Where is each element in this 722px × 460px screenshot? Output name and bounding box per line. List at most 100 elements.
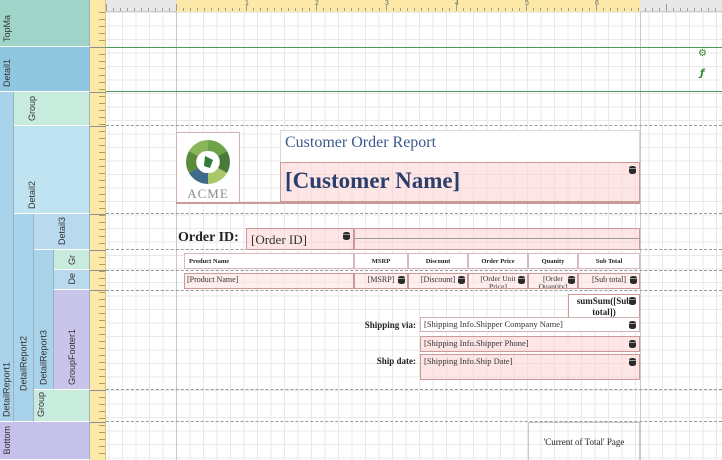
band-detailreport2[interactable]: DetailReport2 [14, 214, 34, 422]
table-cell[interactable]: [Order Quantity] [528, 273, 578, 289]
band-detailreport1[interactable]: DetailReport1 [0, 92, 14, 422]
database-icon [518, 276, 525, 284]
shipper-company-field[interactable]: [Shipping Info.Shipper Company Name] [420, 317, 640, 332]
ruler-tick [407, 8, 408, 11]
detail1-boundary [106, 91, 722, 92]
ruler-tick [176, 4, 177, 11]
band-detail2[interactable]: Detail2 [14, 126, 90, 214]
acme-logo[interactable]: ACME [176, 132, 240, 204]
band-group[interactable]: Group [14, 92, 90, 126]
sum-field[interactable]: sumSum([Sub total]) [568, 294, 640, 318]
ruler-tick [372, 8, 373, 11]
ship-date-field[interactable]: [Shipping Info.Ship Date] [420, 354, 640, 380]
table-cell[interactable]: [Order Unit Price] [468, 273, 528, 289]
page-info-field[interactable]: 'Current of Total' Page [528, 422, 640, 460]
ruler-tick [99, 166, 105, 167]
ruler-tick [99, 285, 105, 286]
table-cell[interactable]: [MSRP] [354, 273, 408, 289]
ruler-tick [533, 8, 534, 11]
ruler-tick [281, 8, 282, 11]
ruler-tick [638, 8, 639, 11]
ruler-tick [99, 201, 105, 202]
shipper-phone-field[interactable]: [Shipping Info.Shipper Phone] [420, 336, 640, 352]
table-cell[interactable]: [Sub total] [578, 273, 640, 289]
ruler-tick [99, 159, 105, 160]
ruler-tick [99, 208, 105, 209]
ruler-tick [99, 348, 105, 349]
band-group-inner[interactable]: Group [34, 390, 90, 422]
band-groupfooter1[interactable]: GroupFooter1 [54, 290, 90, 390]
order-id-field[interactable]: [Order ID] [246, 228, 354, 250]
ruler-tick [547, 8, 548, 11]
order-id-label: Order ID: [178, 230, 239, 245]
ruler-tick [99, 425, 105, 426]
logo-mark [186, 140, 230, 184]
database-icon [629, 166, 636, 174]
band-de[interactable]: De [54, 270, 90, 290]
ruler-tick [645, 8, 646, 11]
gear-icon[interactable]: ⚙ [698, 48, 707, 59]
ruler-tick [561, 8, 562, 11]
column-header[interactable]: MSRP [354, 253, 408, 269]
ruler-tick [99, 187, 105, 188]
ruler-tick [694, 8, 695, 11]
ruler-tick [99, 229, 105, 230]
column-header[interactable]: Quanity [528, 253, 578, 269]
database-icon [568, 276, 575, 284]
band-boundary [106, 389, 722, 390]
ruler-tick [99, 418, 105, 419]
ruler-tick [99, 124, 105, 125]
ruler-tick [162, 8, 163, 11]
ruler-tick [505, 8, 506, 11]
band-group-inner-label: Group [36, 391, 46, 417]
band-bottom[interactable]: Bottom [0, 422, 90, 460]
database-icon [629, 321, 636, 329]
ruler-band-mark [90, 290, 106, 291]
ruler-tick [715, 8, 716, 11]
band-detail3[interactable]: Detail3 [34, 214, 90, 250]
ruler-tick [239, 8, 240, 11]
ruler-tick [99, 446, 105, 447]
band-detailreport3[interactable]: DetailReport3 [34, 250, 54, 390]
ruler-tick [267, 8, 268, 11]
column-header[interactable]: Product Name [184, 253, 354, 269]
ruler-tick [344, 8, 345, 11]
band-boundary [106, 290, 722, 291]
ruler-tick [470, 8, 471, 11]
table-cell[interactable]: [Discount] [408, 273, 468, 289]
ruler-tick [225, 8, 226, 11]
ruler-tick [99, 439, 105, 440]
table-cell[interactable]: [Product Name] [184, 273, 354, 289]
band-gr[interactable]: Gr [54, 250, 90, 270]
report-title[interactable]: Customer Order Report [280, 130, 640, 163]
band-detailreport3-label: DetailReport3 [38, 329, 49, 385]
customer-name-field[interactable]: [Customer Name] [280, 162, 640, 202]
column-header[interactable]: Order Price [468, 253, 528, 269]
function-icon[interactable]: ƒ [700, 68, 704, 79]
ruler-tick [99, 432, 105, 433]
database-icon [398, 276, 405, 284]
topmargin-boundary [106, 47, 722, 48]
order-id-extension[interactable] [354, 228, 640, 250]
design-surface[interactable]: ⚙ ƒ ACME Customer Order Report [Customer… [106, 12, 722, 460]
ruler-tick [365, 8, 366, 11]
column-header[interactable]: Sub Total [578, 253, 640, 269]
band-gr-label: Gr [67, 255, 77, 265]
ruler-tick [99, 194, 105, 195]
band-detail1[interactable]: Detail1 [0, 47, 90, 92]
ruler-tick [99, 26, 105, 27]
column-header[interactable]: Discount [408, 253, 468, 269]
ruler-tick [99, 117, 105, 118]
band-group-label: Group [27, 95, 37, 121]
logo-text: ACME [187, 186, 229, 201]
ruler-tick [99, 236, 105, 237]
ruler-tick [99, 411, 105, 412]
ruler-tick [99, 334, 105, 335]
band-topmargin[interactable]: TopMa [0, 0, 90, 47]
ruler-tick [99, 89, 105, 90]
ruler-tick [687, 8, 688, 11]
ruler-tick [323, 8, 324, 11]
ruler-tick [99, 397, 105, 398]
ruler-tick [246, 4, 247, 11]
ruler-tick [99, 404, 105, 405]
